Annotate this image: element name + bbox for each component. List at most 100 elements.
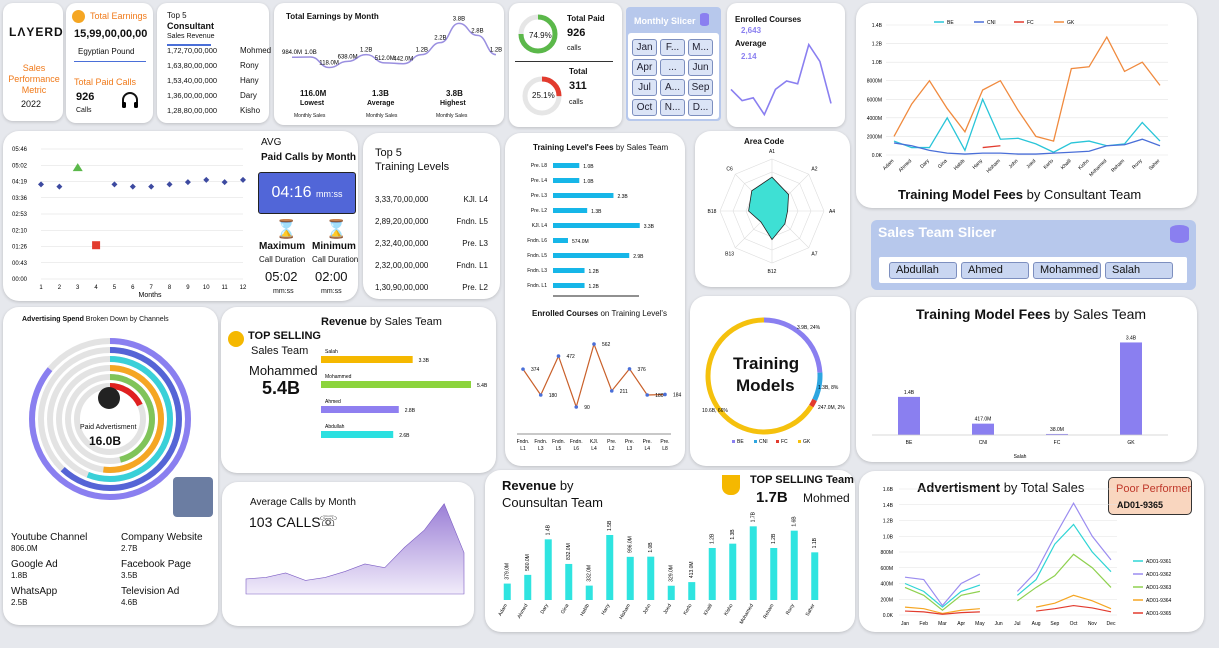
model-label: 1.3B, 8% <box>818 385 839 391</box>
avg-label: AVG <box>261 137 282 148</box>
x-tick: Mohamed <box>1088 158 1108 178</box>
lowest-sub: Monthly Sales <box>294 113 326 119</box>
month-button-D...[interactable]: D... <box>688 99 713 116</box>
level-name: Pre. L2 <box>462 283 488 292</box>
x-tick: 1 <box>39 285 43 291</box>
paid-calls-value: 926 <box>76 91 95 103</box>
x-tick: Jun <box>995 621 1003 627</box>
y-tick: 00:00 <box>12 277 28 283</box>
month-button-A...[interactable]: A... <box>660 79 685 96</box>
bar-category: Pre. L3 <box>531 193 547 199</box>
x-tick: Kisho <box>1077 158 1090 171</box>
earnings-month-chart: 984.0M 1.0B118.0M638.0M1.2B512.0M442.0M1.… <box>282 16 502 69</box>
legend-label: AD01-9363 <box>1146 585 1172 591</box>
legend-swatch <box>754 440 757 443</box>
bar-value-label: 1.0B <box>583 179 594 185</box>
enrolled-levels-point <box>538 393 543 397</box>
x-tick: Feb <box>919 621 928 627</box>
avg-time-unit: mm:ss <box>316 189 343 199</box>
sales-fee-bar <box>972 423 994 435</box>
bar-category: Adam <box>497 603 509 617</box>
enrolled-levels-point <box>627 367 632 371</box>
y-tick: 0.0K <box>872 153 883 159</box>
month-button-Jun[interactable]: Jun <box>688 59 713 76</box>
bar-value-label: 832.0M <box>566 543 572 560</box>
bar-category: Rony <box>785 603 796 617</box>
month-button-Jul[interactable]: Jul <box>632 79 657 96</box>
level-charts-card: Training Level's Fees by Sales Team Pre.… <box>505 133 685 466</box>
x-tick: Reham <box>1110 158 1126 174</box>
point-marker <box>38 181 44 188</box>
earnings-point-label: 984.0M <box>282 50 302 56</box>
radar-axis-label: A1 <box>769 149 775 155</box>
x-tick: L4 <box>591 446 597 452</box>
enrolled-levels-chart: 37418047290562211376180 184Fndn.L1Fndn.L3… <box>517 342 682 452</box>
x-tick: 6 <box>131 285 135 291</box>
x-tick: Rony <box>1131 158 1144 171</box>
channel-name: Facebook Page <box>121 559 192 570</box>
month-button-Oct[interactable]: Oct <box>632 99 657 116</box>
series-line <box>1016 501 1112 592</box>
area-code-radar: A1 A2 A4 A7 B12 B13 B18 C6 <box>708 149 836 275</box>
legend-label: FC <box>781 439 788 445</box>
team-button-abdullah[interactable]: Abdullah <box>889 262 957 279</box>
earnings-point-label: 2.8B <box>471 28 483 34</box>
y-tick: 02:53 <box>12 212 28 218</box>
avg-calls-title: Paid Calls by Month <box>261 152 357 163</box>
level-fee-bar <box>553 223 640 228</box>
point-marker <box>166 181 173 188</box>
bar-value-label: 1.7B <box>751 511 757 522</box>
month-button-Apr[interactable]: Apr <box>632 59 657 76</box>
point-marker <box>129 183 136 190</box>
brand-card: LΛYERD Sales Performance Metric 2022 <box>3 3 63 121</box>
team-button-salah[interactable]: Salah <box>1105 262 1173 279</box>
bar-value-label: 3.4B <box>1126 335 1137 341</box>
x-tick: Khalil <box>1060 158 1073 171</box>
x-tick: Saher <box>1148 158 1162 172</box>
team-button-mohammed[interactable]: Mohammed <box>1033 262 1101 279</box>
point-marker <box>111 181 118 188</box>
y-tick: 05:46 <box>12 147 28 153</box>
month-button-...[interactable]: ... <box>660 59 685 76</box>
earnings-point-label: 3.8B <box>453 16 465 22</box>
bar-value-label: 2.9B <box>633 254 644 260</box>
area-code-card: Area Code A1 A2 A4 A7 B12 B13 B18 C6 <box>695 131 850 287</box>
earnings-card: Total Earnings 15,99,00,00,00 Egyptian P… <box>66 3 153 123</box>
month-button-F...[interactable]: F... <box>660 39 685 56</box>
enrolled-levels-point <box>521 367 525 371</box>
month-button-Sep[interactable]: Sep <box>688 79 713 96</box>
x-tick: L6 <box>573 446 579 452</box>
consultant-revenue-bar <box>524 574 532 600</box>
max-marker <box>72 163 83 172</box>
month-button-M...[interactable]: M... <box>688 39 713 56</box>
bar-value-label: 3.3B <box>644 224 655 230</box>
month-button-Jan[interactable]: Jan <box>632 39 657 56</box>
consultant-revenue-bar <box>544 539 552 600</box>
bar-category: Fndn. L6 <box>527 238 547 244</box>
level-fee-bar <box>553 253 630 258</box>
x-tick: John <box>1008 158 1020 170</box>
consultant-revenue-bar <box>790 530 798 600</box>
series-line <box>904 610 980 615</box>
min-marker <box>92 241 101 250</box>
consultant-revenue-bar <box>606 535 614 600</box>
team-button-ahmed[interactable]: Ahmed <box>961 262 1029 279</box>
tm-title2: Models <box>736 376 795 395</box>
month-button-N...[interactable]: N... <box>660 99 685 116</box>
y-tick: 2000M <box>867 134 882 140</box>
average-sub: Monthly Sales <box>366 113 398 119</box>
enrolled-levels-value: 374 <box>531 367 540 373</box>
bar-category: CNI <box>979 440 988 446</box>
top5-value: 1,28,80,00,000 <box>167 106 218 115</box>
x-axis-label: Months <box>139 292 162 299</box>
x-tick: L3 <box>538 446 544 452</box>
consultant-revenue-bar <box>811 552 819 600</box>
revenue-consultant-chart: 379.0M Adam 580.0M Ahmed 1.4B Dary 832.0M Gina 3… <box>497 511 819 625</box>
x-tick: Dary <box>919 158 931 170</box>
bar-category: Hany <box>600 603 611 617</box>
enrolled-levels-point <box>645 393 650 397</box>
point-marker <box>148 183 155 190</box>
top5-value: 1,36,00,00,000 <box>167 91 218 100</box>
point-marker <box>221 179 228 186</box>
bar-category: Mohamed <box>739 603 755 625</box>
